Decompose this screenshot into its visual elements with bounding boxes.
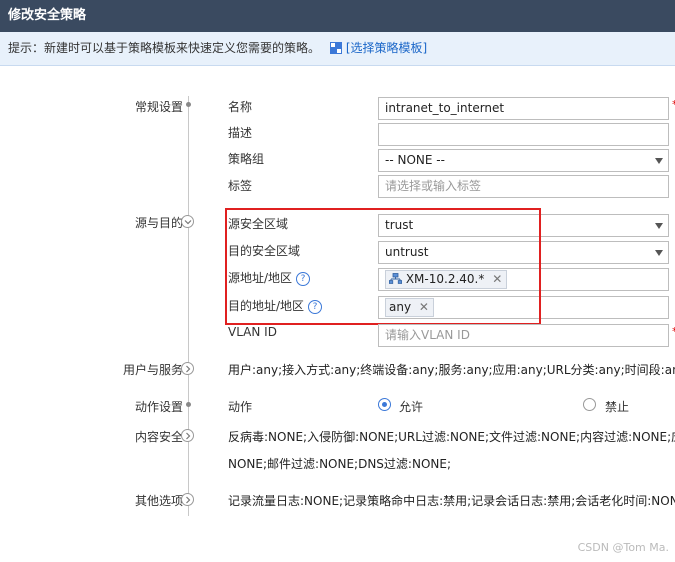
watermark: CSDN @Tom Ma.: [577, 541, 669, 554]
group-label: 策略组: [228, 152, 265, 166]
highlight-box: [225, 208, 541, 325]
chevron-down-icon: [655, 223, 663, 229]
hint-text: 提示：新建时可以基于策略模板来快速定义您需要的策略。: [8, 41, 321, 55]
collapse-toggle-icon[interactable]: [181, 215, 194, 228]
desc-input[interactable]: [378, 123, 669, 146]
vlan-input[interactable]: 请输入VLAN ID: [378, 324, 669, 347]
template-icon[interactable]: [329, 42, 342, 54]
user-service-summary[interactable]: 用户:any;接入方式:any;终端设备:any;服务:any;应用:any;U…: [228, 361, 675, 378]
chevron-down-icon: [655, 250, 663, 256]
other-summary[interactable]: 记录流量日志:NONE;记录策略命中日志:禁用;记录会话日志:禁用;会话老化时间…: [228, 492, 675, 509]
desc-label: 描述: [228, 126, 253, 140]
expand-toggle-icon[interactable]: [181, 429, 194, 442]
group-select[interactable]: -- NONE --: [378, 149, 669, 172]
name-input[interactable]: intranet_to_internet: [378, 97, 669, 120]
select-template-link[interactable]: [选择策略模板]: [346, 41, 427, 55]
section-other-label: 其他选项: [134, 494, 183, 508]
action-label: 动作: [228, 400, 253, 414]
deny-radio[interactable]: [583, 398, 596, 411]
chevron-down-icon: [655, 158, 663, 164]
tag-label: 标签: [228, 179, 253, 193]
tag-input[interactable]: 请选择或输入标签: [378, 175, 669, 198]
deny-label[interactable]: 禁止: [605, 398, 629, 415]
vlan-label: VLAN ID: [228, 325, 277, 339]
permit-radio[interactable]: [378, 398, 391, 411]
section-user-service-label: 用户与服务: [122, 363, 183, 377]
section-content-label: 内容安全: [134, 430, 183, 444]
expand-toggle-icon[interactable]: [181, 362, 194, 375]
section-timeline: [188, 96, 189, 516]
expand-toggle-icon[interactable]: [181, 493, 194, 506]
section-dot: [186, 102, 191, 107]
content-summary-line2[interactable]: NONE;邮件过滤:NONE;DNS过滤:NONE;: [228, 455, 451, 472]
section-src-dst-label: 源与目的: [134, 216, 183, 230]
section-dot: [186, 402, 191, 407]
permit-label[interactable]: 允许: [399, 398, 423, 415]
group-select-value: -- NONE --: [385, 153, 445, 167]
content-summary-line1[interactable]: 反病毒:NONE;入侵防御:NONE;URL过滤:NONE;文件过滤:NONE;…: [228, 428, 675, 445]
name-label: 名称: [228, 100, 253, 114]
section-action-label: 动作设置: [134, 400, 183, 414]
section-general-label: 常规设置: [134, 100, 183, 114]
hint-bar: 提示：新建时可以基于策略模板来快速定义您需要的策略。 [选择策略模板]: [0, 32, 675, 66]
dialog-title: 修改安全策略: [0, 0, 675, 32]
